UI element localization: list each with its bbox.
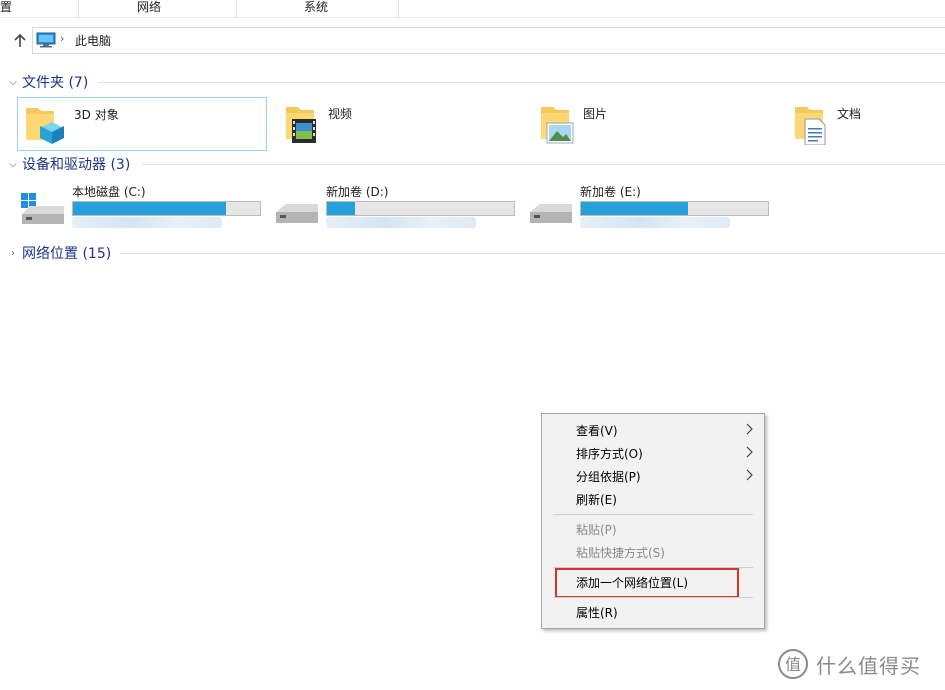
drive-name: 新加卷 (D:) bbox=[326, 185, 389, 199]
chevron-right-icon bbox=[746, 423, 753, 435]
menu-item-paste-shortcut: 粘贴快捷方式(S) bbox=[542, 541, 764, 563]
chevron-right-icon bbox=[746, 446, 753, 458]
ribbon: 置 网络 系统 bbox=[0, 0, 945, 18]
windows-drive-icon bbox=[21, 193, 64, 224]
pictures-folder-icon bbox=[541, 107, 574, 144]
drive-usage-bar bbox=[326, 201, 515, 216]
menu-item-label: 排序方式(O) bbox=[576, 447, 643, 461]
ribbon-tab-network[interactable]: 网络 bbox=[137, 0, 161, 17]
menu-item-label: 刷新(E) bbox=[576, 493, 617, 507]
menu-item-group-by[interactable]: 分组依据(P) bbox=[542, 465, 764, 487]
ribbon-separator bbox=[398, 0, 399, 17]
chevron-down-icon[interactable]: ⌵ bbox=[6, 159, 20, 170]
svg-text:值: 值 bbox=[785, 655, 801, 674]
group-divider bbox=[120, 253, 945, 254]
folder-documents[interactable]: 文档 bbox=[781, 97, 941, 149]
drive-free-space-blurred bbox=[72, 217, 222, 228]
hard-drive-icon bbox=[276, 204, 318, 223]
folder-pictures[interactable]: 图片 bbox=[527, 97, 775, 149]
drive-name: 本地磁盘 (C:) bbox=[72, 185, 146, 199]
3d-objects-folder-icon bbox=[26, 108, 64, 144]
watermark-logo-icon: 值 bbox=[778, 649, 808, 679]
drive-usage-fill bbox=[581, 202, 688, 215]
ribbon-tab-system[interactable]: 系统 bbox=[304, 0, 328, 17]
ribbon-tab-partial[interactable]: 置 bbox=[0, 0, 12, 17]
chevron-right-icon bbox=[746, 469, 753, 481]
group-divider bbox=[98, 82, 945, 83]
drive-c[interactable]: 本地磁盘 (C:) bbox=[20, 182, 265, 232]
chevron-right-icon[interactable]: › bbox=[6, 248, 20, 259]
breadcrumb-chevron-icon[interactable]: › bbox=[60, 32, 64, 45]
group-title-folders: 文件夹 (7) bbox=[22, 75, 89, 91]
menu-item-label: 属性(R) bbox=[576, 606, 618, 620]
menu-item-paste: 粘贴(P) bbox=[542, 518, 764, 540]
group-divider bbox=[142, 164, 945, 165]
menu-separator bbox=[553, 597, 753, 598]
videos-folder-icon bbox=[286, 107, 316, 143]
group-header-network[interactable]: › 网络位置 (15) bbox=[6, 244, 111, 262]
menu-item-view[interactable]: 查看(V) bbox=[542, 419, 764, 441]
drive-usage-fill bbox=[73, 202, 227, 215]
drive-usage-bar bbox=[580, 201, 769, 216]
drive-usage-bar bbox=[72, 201, 261, 216]
menu-item-label: 分组依据(P) bbox=[576, 470, 641, 484]
up-arrow-icon[interactable] bbox=[12, 33, 28, 49]
annotation-highlight-box bbox=[555, 568, 739, 598]
this-pc-icon bbox=[36, 32, 56, 48]
menu-item-sort-by[interactable]: 排序方式(O) bbox=[542, 442, 764, 464]
breadcrumb-this-pc[interactable]: 此电脑 bbox=[75, 32, 111, 49]
menu-item-label: 查看(V) bbox=[576, 424, 618, 438]
folder-name: 文档 bbox=[837, 107, 862, 121]
group-title-devices: 设备和驱动器 (3) bbox=[22, 157, 131, 173]
watermark: 值 什么值得买 bbox=[778, 647, 938, 681]
chevron-down-icon[interactable]: ⌵ bbox=[6, 77, 20, 88]
watermark-text: 什么值得买 bbox=[816, 653, 921, 678]
drive-d[interactable]: 新加卷 (D:) bbox=[274, 182, 519, 232]
menu-item-label: 粘贴快捷方式(S) bbox=[576, 546, 665, 560]
drive-free-space-blurred bbox=[580, 217, 730, 228]
ribbon-separator bbox=[236, 0, 237, 17]
folder-name: 3D 对象 bbox=[74, 108, 119, 122]
drive-name: 新加卷 (E:) bbox=[580, 185, 641, 199]
menu-item-properties[interactable]: 属性(R) bbox=[542, 601, 764, 623]
folder-3d-objects[interactable]: 3D 对象 bbox=[17, 97, 267, 151]
group-header-devices[interactable]: ⌵ 设备和驱动器 (3) bbox=[6, 155, 130, 173]
drive-e[interactable]: 新加卷 (E:) bbox=[528, 182, 773, 232]
folder-videos[interactable]: 视频 bbox=[272, 97, 520, 149]
menu-item-refresh[interactable]: 刷新(E) bbox=[542, 488, 764, 510]
ribbon-separator bbox=[78, 0, 79, 17]
folder-name: 视频 bbox=[328, 107, 353, 121]
folder-name: 图片 bbox=[583, 107, 608, 121]
group-header-folders[interactable]: ⌵ 文件夹 (7) bbox=[6, 73, 88, 91]
drive-usage-fill bbox=[327, 202, 356, 215]
context-menu: 查看(V) 排序方式(O) 分组依据(P) 刷新(E) 粘贴(P) 粘贴快捷方式… bbox=[541, 413, 765, 629]
address-bar[interactable]: › 此电脑 bbox=[32, 27, 945, 54]
menu-separator bbox=[553, 514, 753, 515]
group-title-network: 网络位置 (15) bbox=[22, 246, 112, 262]
drive-free-space-blurred bbox=[326, 217, 476, 228]
hard-drive-icon bbox=[530, 204, 572, 223]
documents-folder-icon bbox=[795, 107, 826, 145]
menu-item-label: 粘贴(P) bbox=[576, 523, 617, 537]
